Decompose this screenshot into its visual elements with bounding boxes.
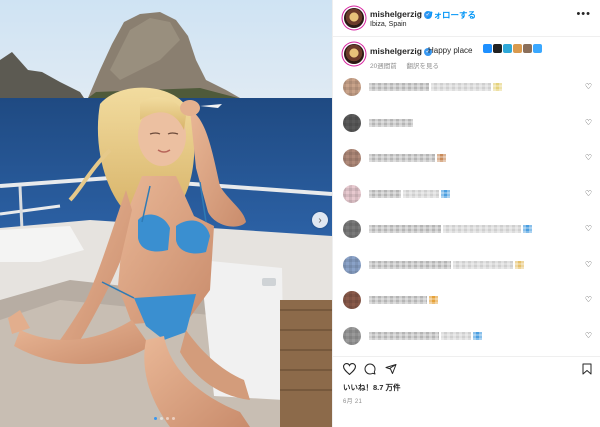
blurred-username[interactable] [369, 331, 439, 340]
blurred-username[interactable] [369, 260, 451, 269]
blurred-comment-text [403, 189, 439, 198]
blurred-username[interactable] [369, 118, 413, 127]
caption-emoji-glyph [493, 44, 502, 53]
caption-emoji-glyph [483, 44, 492, 53]
post-photo[interactable]: › [0, 0, 332, 427]
heart-icon[interactable]: ♡ [585, 260, 592, 269]
blurred-emoji [493, 83, 502, 91]
heart-icon[interactable] [343, 363, 356, 375]
comment-row: ♡ [333, 326, 600, 347]
blurred-emoji [441, 189, 450, 198]
caption-emoji-glyph [513, 44, 522, 53]
heart-icon[interactable]: ♡ [585, 331, 592, 340]
blurred-comment-text [441, 331, 471, 340]
carousel-dot [160, 417, 163, 420]
carousel-dot [154, 417, 157, 420]
blurred-comment-text [431, 83, 491, 91]
avatar[interactable] [343, 113, 361, 132]
username-text: mishelgerzig [370, 9, 422, 19]
heart-icon[interactable]: ♡ [585, 296, 592, 304]
blurred-emoji [429, 296, 438, 304]
comment-icon[interactable] [364, 363, 376, 375]
caption-text: Happy place [428, 46, 473, 55]
action-bar [333, 356, 600, 378]
comment-row: ♡ [333, 113, 600, 134]
heart-icon[interactable]: ♡ [585, 189, 592, 198]
translate-link[interactable]: 翻訳を見る [407, 63, 440, 70]
caption-emoji-glyph [523, 44, 532, 53]
carousel-dot [172, 417, 175, 420]
blurred-username[interactable] [369, 296, 427, 304]
more-horizontal-icon[interactable]: ••• [576, 9, 591, 20]
likes-count[interactable]: いいね！8.7 万件 [343, 382, 401, 393]
avatar[interactable] [343, 291, 361, 309]
caption-emoji [483, 44, 542, 53]
blurred-emoji [523, 225, 532, 233]
bookmark-icon[interactable] [582, 363, 592, 375]
heart-icon[interactable]: ♡ [585, 225, 592, 233]
post-image [0, 0, 332, 427]
comment-row: ♡ [333, 184, 600, 205]
caption-meta: 20週間前 翻訳を見る [370, 60, 439, 70]
heart-icon[interactable]: ♡ [585, 154, 592, 162]
avatar[interactable] [343, 326, 361, 345]
avatar[interactable] [344, 8, 364, 28]
avatar[interactable] [343, 184, 361, 203]
avatar[interactable] [344, 44, 364, 64]
caption-username[interactable]: mishelgerzig ✓ [370, 46, 432, 56]
blurred-comment-text [443, 225, 521, 233]
blurred-username[interactable] [369, 189, 401, 198]
post-sidebar: mishelgerzig ✓ • フォローする Ibiza, Spain ••• … [332, 0, 600, 427]
comment-row: ♡ [333, 255, 600, 276]
share-icon[interactable] [385, 363, 397, 375]
comment-row: ♡ [333, 291, 600, 311]
avatar[interactable] [343, 78, 361, 96]
post-header: mishelgerzig ✓ • フォローする Ibiza, Spain ••• [333, 0, 600, 37]
separator-dot: • [419, 9, 422, 18]
caption-emoji-glyph [533, 44, 542, 53]
avatar[interactable] [343, 255, 361, 274]
post-date: 6月 21 [343, 399, 363, 405]
avatar[interactable] [343, 149, 361, 167]
blurred-emoji [515, 260, 524, 269]
heart-icon[interactable]: ♡ [585, 83, 592, 91]
chevron-right-icon: › [318, 214, 322, 226]
blurred-comment-text [453, 260, 513, 269]
time-ago: 20週間前 [370, 63, 397, 70]
blurred-emoji [473, 331, 482, 340]
username-link[interactable]: mishelgerzig ✓ [370, 9, 432, 19]
carousel-dots [154, 417, 175, 420]
caption: mishelgerzig ✓ Happy place 20週間前 翻訳を見る [333, 38, 600, 72]
comment-row: ♡ [333, 149, 600, 169]
location-link[interactable]: Ibiza, Spain [370, 21, 407, 28]
carousel-next-button[interactable]: › [312, 212, 328, 228]
carousel-dot [166, 417, 169, 420]
username-text: mishelgerzig [370, 46, 422, 56]
comment-row: ♡ [333, 220, 600, 240]
heart-icon[interactable]: ♡ [585, 118, 592, 127]
blurred-username[interactable] [369, 225, 441, 233]
comment-row: ♡ [333, 78, 600, 98]
follow-button[interactable]: フォローする [425, 9, 476, 21]
blurred-emoji [437, 154, 446, 162]
avatar[interactable] [343, 220, 361, 238]
caption-emoji-glyph [503, 44, 512, 53]
blurred-username[interactable] [369, 83, 429, 91]
blurred-username[interactable] [369, 154, 435, 162]
